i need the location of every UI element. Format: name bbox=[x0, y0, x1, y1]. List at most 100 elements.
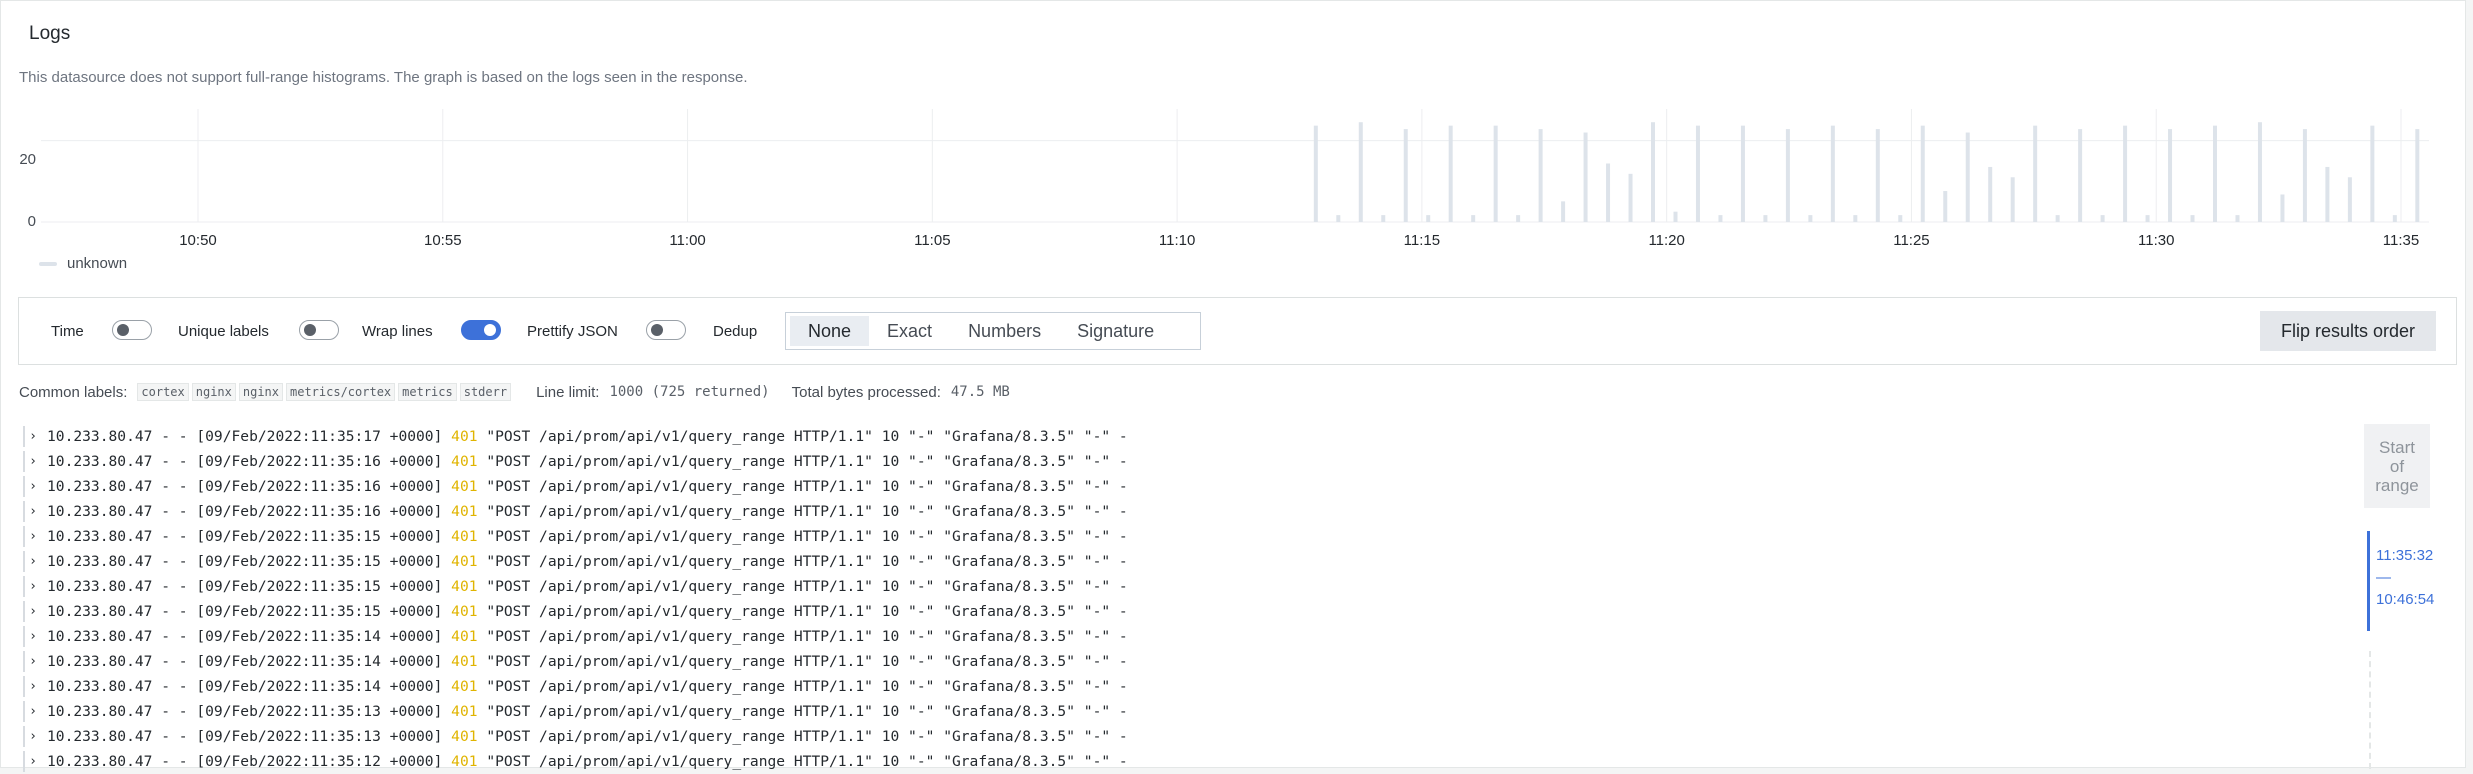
prettify-json-toggle[interactable] bbox=[646, 320, 686, 340]
toggle-knob bbox=[304, 324, 316, 336]
histogram-bar[interactable] bbox=[2168, 129, 2173, 222]
unique-labels-toggle[interactable] bbox=[299, 320, 339, 340]
histogram-bar[interactable] bbox=[1493, 125, 1498, 222]
histogram-bar[interactable] bbox=[1740, 125, 1745, 222]
histogram-bar[interactable] bbox=[1538, 129, 1543, 222]
histogram-bar[interactable] bbox=[1381, 215, 1386, 222]
common-label-chip: nginx bbox=[238, 383, 283, 401]
x-tick-label: 10:50 bbox=[179, 232, 217, 249]
histogram-bar[interactable] bbox=[1965, 132, 1970, 222]
histogram-bar[interactable] bbox=[2302, 129, 2307, 222]
histogram-bar[interactable] bbox=[1561, 201, 1566, 222]
log-line-suffix: "POST /api/prom/api/v1/query_range HTTP/… bbox=[477, 678, 1128, 695]
log-row[interactable]: › 10.233.80.47 - - [09/Feb/2022:11:35:14 … bbox=[19, 624, 1128, 649]
histogram-bar[interactable] bbox=[2123, 125, 2128, 222]
histogram-bar[interactable] bbox=[2392, 215, 2397, 222]
time-toggle[interactable] bbox=[112, 320, 152, 340]
histogram-bar[interactable] bbox=[1426, 215, 1431, 222]
histogram-bar[interactable] bbox=[1898, 215, 1903, 222]
log-level-marker bbox=[23, 476, 25, 497]
histogram-bar[interactable] bbox=[1920, 125, 1925, 222]
toggle-knob bbox=[117, 324, 129, 336]
histogram-bar[interactable] bbox=[2325, 166, 2330, 222]
wrap-lines-toggle[interactable] bbox=[461, 320, 501, 340]
histogram-bar[interactable] bbox=[1763, 215, 1768, 222]
log-status-code: 401 bbox=[451, 528, 478, 545]
dedup-label: Dedup bbox=[713, 322, 758, 340]
common-label-chip: metrics/cortex bbox=[286, 383, 396, 401]
log-line-suffix: "POST /api/prom/api/v1/query_range HTTP/… bbox=[477, 753, 1128, 770]
histogram-bar[interactable] bbox=[2100, 215, 2105, 222]
histogram-bar[interactable] bbox=[2347, 177, 2352, 222]
log-range-indicator[interactable]: 11:35:32 — 10:46:54 bbox=[2367, 531, 2437, 631]
histogram-bar[interactable] bbox=[2145, 215, 2150, 222]
log-row[interactable]: › 10.233.80.47 - - [09/Feb/2022:11:35:15 … bbox=[19, 549, 1128, 574]
log-row[interactable]: › 10.233.80.47 - - [09/Feb/2022:11:35:15 … bbox=[19, 524, 1128, 549]
histogram-bar[interactable] bbox=[1448, 125, 1453, 222]
dedup-signature[interactable]: Signature bbox=[1059, 316, 1172, 346]
histogram-bar[interactable] bbox=[2213, 125, 2218, 222]
common-label-chip: stderr bbox=[459, 383, 512, 401]
log-row[interactable]: › 10.233.80.47 - - [09/Feb/2022:11:35:13 … bbox=[19, 699, 1128, 724]
histogram-legend[interactable]: unknown bbox=[39, 255, 127, 272]
log-row[interactable]: › 10.233.80.47 - - [09/Feb/2022:11:35:14 … bbox=[19, 674, 1128, 699]
histogram-bar[interactable] bbox=[1516, 215, 1521, 222]
log-line-suffix: "POST /api/prom/api/v1/query_range HTTP/… bbox=[477, 503, 1128, 520]
histogram-bar[interactable] bbox=[1628, 173, 1633, 222]
log-row[interactable]: › 10.233.80.47 - - [09/Feb/2022:11:35:15 … bbox=[19, 599, 1128, 624]
log-status-code: 401 bbox=[451, 503, 478, 520]
histogram-bar[interactable] bbox=[1875, 129, 1880, 222]
log-line-prefix: 10.233.80.47 - - [09/Feb/2022:11:35:14 +… bbox=[47, 628, 452, 645]
flip-results-order-button[interactable]: Flip results order bbox=[2260, 311, 2436, 351]
histogram-bar[interactable] bbox=[1853, 215, 1858, 222]
histogram-bar[interactable] bbox=[1651, 122, 1656, 222]
histogram-bar[interactable] bbox=[1808, 215, 1813, 222]
histogram-bar[interactable] bbox=[2257, 122, 2262, 222]
histogram-bar[interactable] bbox=[1830, 125, 1835, 222]
histogram-bar[interactable] bbox=[1673, 211, 1678, 222]
histogram-bar[interactable] bbox=[1583, 132, 1588, 222]
histogram-bar[interactable] bbox=[1785, 129, 1790, 222]
log-line-prefix: 10.233.80.47 - - [09/Feb/2022:11:35:12 +… bbox=[47, 753, 452, 770]
histogram-bar[interactable] bbox=[1943, 191, 1948, 222]
histogram-bar[interactable] bbox=[2190, 215, 2195, 222]
histogram-bar[interactable] bbox=[1606, 163, 1611, 222]
histogram-bar[interactable] bbox=[2010, 177, 2015, 222]
log-row[interactable]: › 10.233.80.47 - - [09/Feb/2022:11:35:16 … bbox=[19, 449, 1128, 474]
legend-swatch bbox=[39, 261, 57, 266]
log-row[interactable]: › 10.233.80.47 - - [09/Feb/2022:11:35:17 … bbox=[19, 424, 1128, 449]
log-status-code: 401 bbox=[451, 603, 478, 620]
histogram-bar[interactable] bbox=[2033, 125, 2038, 222]
log-row[interactable]: › 10.233.80.47 - - [09/Feb/2022:11:35:13 … bbox=[19, 724, 1128, 749]
logs-volume-histogram[interactable]: 20 0 10:50 10:55 11:00 11:05 11:10 11:15 11:20 1… bbox=[1, 99, 2467, 249]
log-line-suffix: "POST /api/prom/api/v1/query_range HTTP/… bbox=[477, 578, 1128, 595]
line-limit-label: Line limit: bbox=[536, 383, 600, 401]
histogram-bar[interactable] bbox=[2235, 215, 2240, 222]
dedup-numbers[interactable]: Numbers bbox=[950, 316, 1059, 346]
histogram-bar[interactable] bbox=[1718, 215, 1723, 222]
histogram-bar[interactable] bbox=[2055, 215, 2060, 222]
log-row[interactable]: › 10.233.80.47 - - [09/Feb/2022:11:35:12 … bbox=[19, 749, 1128, 774]
log-row[interactable]: › 10.233.80.47 - - [09/Feb/2022:11:35:16 … bbox=[19, 499, 1128, 524]
histogram-bar[interactable] bbox=[1695, 125, 1700, 222]
log-row[interactable]: › 10.233.80.47 - - [09/Feb/2022:11:35:14 … bbox=[19, 649, 1128, 674]
histogram-bar[interactable] bbox=[1313, 125, 1318, 222]
histogram-bar[interactable] bbox=[2415, 129, 2420, 222]
histogram-bar[interactable] bbox=[1988, 166, 1993, 222]
log-line-suffix: "POST /api/prom/api/v1/query_range HTTP/… bbox=[477, 703, 1128, 720]
log-line-suffix: "POST /api/prom/api/v1/query_range HTTP/… bbox=[477, 653, 1128, 670]
histogram-bar[interactable] bbox=[1358, 122, 1363, 222]
histogram-bar[interactable] bbox=[1403, 129, 1408, 222]
log-level-marker bbox=[23, 426, 25, 447]
histogram-bar[interactable] bbox=[1471, 215, 1476, 222]
log-row[interactable]: › 10.233.80.47 - - [09/Feb/2022:11:35:15 … bbox=[19, 574, 1128, 599]
histogram-bar[interactable] bbox=[2280, 194, 2285, 222]
histogram-bar[interactable] bbox=[1336, 215, 1341, 222]
log-level-marker bbox=[23, 576, 25, 597]
start-of-range-button[interactable]: Start of range bbox=[2364, 424, 2430, 508]
dedup-none[interactable]: None bbox=[790, 316, 870, 346]
histogram-bar[interactable] bbox=[2078, 129, 2083, 222]
log-row[interactable]: › 10.233.80.47 - - [09/Feb/2022:11:35:16 … bbox=[19, 474, 1128, 499]
histogram-bar[interactable] bbox=[2370, 125, 2375, 222]
dedup-exact[interactable]: Exact bbox=[869, 316, 950, 346]
